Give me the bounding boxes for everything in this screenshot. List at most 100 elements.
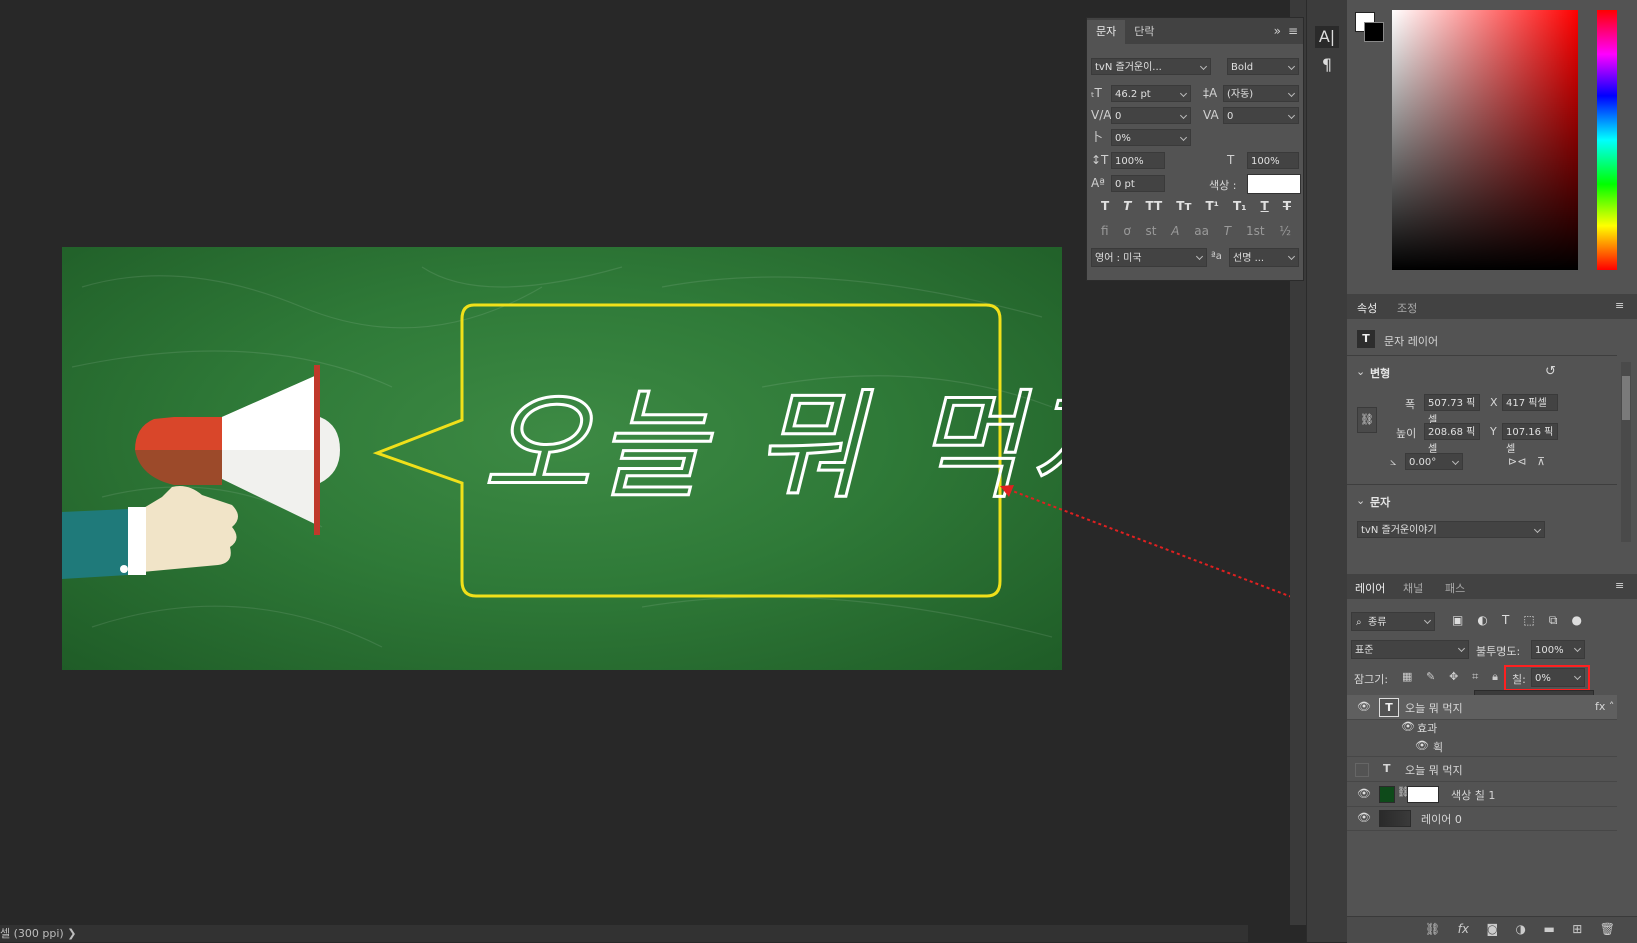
lock-artboard-icon[interactable]: ⌗ xyxy=(1472,670,1478,684)
layer-row[interactable]: 👁︎ 획 xyxy=(1347,736,1617,757)
trash-icon[interactable]: 🗑︎ xyxy=(1600,922,1615,936)
discretionary-ligature-button[interactable]: st xyxy=(1146,224,1157,238)
kerning-field[interactable]: 0 xyxy=(1111,107,1191,124)
color-field[interactable] xyxy=(1392,10,1578,270)
link-dimensions-icon[interactable]: ⛓ xyxy=(1357,407,1377,433)
layer-row[interactable]: 👁︎ ⛓ 색상 칠 1 xyxy=(1347,782,1617,807)
faux-italic-button[interactable]: T xyxy=(1123,199,1131,213)
layer-row[interactable]: 👁︎ T 오늘 뭐 먹지 fx ˄ xyxy=(1347,695,1617,720)
tab-adjustments[interactable]: 조정 xyxy=(1397,300,1417,316)
leading-field[interactable]: (자동) xyxy=(1223,85,1299,102)
blend-mode-select[interactable]: 표준 xyxy=(1351,640,1469,659)
filter-adjustment-icon[interactable]: ◐ xyxy=(1477,613,1487,628)
swash-button[interactable]: A xyxy=(1171,224,1179,238)
filter-pixel-icon[interactable]: ▣ xyxy=(1452,613,1463,628)
font-size-value: 46.2 pt xyxy=(1115,89,1151,100)
properties-font-select[interactable]: tvN 즐거운이야기 xyxy=(1357,521,1545,538)
font-size-field[interactable]: 46.2 pt xyxy=(1111,85,1191,102)
strikethrough-button[interactable]: T xyxy=(1283,199,1291,213)
vertical-scale-field[interactable]: 100% xyxy=(1111,152,1165,169)
ligature-button[interactable]: fi xyxy=(1101,224,1109,238)
layer-row[interactable]: 👁︎ 레이어 0 xyxy=(1347,806,1617,831)
visibility-eye-icon[interactable]: 👁︎ xyxy=(1415,740,1429,751)
layer-row[interactable]: T 오늘 뭐 먹지 xyxy=(1347,757,1617,782)
adjustment-layer-icon[interactable]: ◑ xyxy=(1516,922,1526,936)
horizontal-scale-field[interactable]: 100% xyxy=(1247,152,1299,169)
text-color-swatch[interactable] xyxy=(1247,174,1301,194)
flip-horizontal-icon[interactable]: ⊳⊲ xyxy=(1508,455,1526,468)
flip-vertical-icon[interactable]: ⊼ xyxy=(1537,455,1545,468)
lock-brush-icon[interactable]: ✎ xyxy=(1426,670,1435,684)
titling-button[interactable]: T xyxy=(1224,224,1231,238)
height-label: 높이 xyxy=(1396,427,1417,440)
lock-all-icon[interactable]: 🔒︎ xyxy=(1492,670,1498,684)
fx-icon[interactable]: fx xyxy=(1458,922,1469,936)
lock-transparency-icon[interactable]: ▦ xyxy=(1402,670,1412,684)
height-field[interactable]: 208.68 픽셀 xyxy=(1424,423,1480,455)
fractions-button[interactable]: ½ xyxy=(1279,224,1291,238)
tab-paths[interactable]: 패스 xyxy=(1445,580,1465,596)
new-group-folder-icon[interactable]: ▬ xyxy=(1543,922,1554,936)
character-panel-tool[interactable]: A| xyxy=(1315,26,1339,48)
width-field[interactable]: 507.73 픽셀 xyxy=(1424,394,1480,426)
all-caps-button[interactable]: TT xyxy=(1146,199,1163,213)
baseline-shift-field[interactable]: 0 pt xyxy=(1111,175,1165,192)
tab-paragraph[interactable]: 단락 xyxy=(1125,20,1163,44)
transform-chevron-icon[interactable]: ⌄ xyxy=(1356,365,1365,378)
properties-scrollbar[interactable] xyxy=(1621,362,1631,542)
font-style-value: Bold xyxy=(1231,62,1254,73)
ordinals-button[interactable]: 1st xyxy=(1246,224,1265,238)
language-select[interactable]: 영어 : 미국 xyxy=(1091,248,1207,267)
tracking-field[interactable]: 0 xyxy=(1223,107,1299,124)
small-caps-button[interactable]: Tт xyxy=(1176,199,1191,213)
tab-channels[interactable]: 채널 xyxy=(1403,580,1423,596)
old-style-button[interactable]: ơ xyxy=(1123,224,1130,238)
subscript-button[interactable]: T₁ xyxy=(1233,199,1246,213)
font-style-select[interactable]: Bold xyxy=(1227,58,1299,75)
tsume-field[interactable]: 0% xyxy=(1111,129,1191,146)
visibility-eye-icon[interactable]: 👁︎ xyxy=(1401,721,1415,732)
tab-layers[interactable]: 레이어 xyxy=(1355,580,1385,596)
visibility-eye-icon[interactable]: 👁︎ xyxy=(1357,701,1371,712)
collapse-icon[interactable]: » xyxy=(1274,24,1281,38)
x-field[interactable]: 417 픽셀 xyxy=(1502,394,1558,411)
visibility-empty-box[interactable] xyxy=(1355,763,1369,777)
link-layers-icon[interactable]: ⛓ xyxy=(1425,922,1440,936)
reset-transform-icon[interactable]: ↺ xyxy=(1545,364,1556,379)
filter-type-icon[interactable]: T xyxy=(1502,613,1509,628)
lock-position-icon[interactable]: ✥ xyxy=(1449,670,1458,684)
layer-name: 색상 칠 1 xyxy=(1451,789,1496,802)
stylistic-alternates-button[interactable]: aa xyxy=(1194,224,1209,238)
hue-slider[interactable] xyxy=(1597,10,1617,270)
visibility-eye-icon[interactable]: 👁︎ xyxy=(1357,812,1371,823)
panel-menu-icon[interactable]: ≡ xyxy=(1288,24,1298,38)
filter-smart-object-icon[interactable]: ⧉ xyxy=(1549,613,1558,628)
new-layer-icon[interactable]: ⊞ xyxy=(1572,922,1582,936)
tab-character[interactable]: 문자 xyxy=(1087,20,1126,44)
tracking-icon: VA xyxy=(1203,108,1219,122)
tab-properties[interactable]: 속성 xyxy=(1357,300,1377,316)
superscript-button[interactable]: T¹ xyxy=(1205,199,1218,213)
underline-button[interactable]: T xyxy=(1261,199,1269,213)
add-mask-icon[interactable]: ◙ xyxy=(1486,922,1498,936)
layer-row[interactable]: 👁︎ 효과 xyxy=(1347,718,1617,736)
layer-filter-select[interactable]: ⌕ 종류 xyxy=(1351,612,1435,631)
visibility-eye-icon[interactable]: 👁︎ xyxy=(1357,788,1371,799)
layer-effects-icon[interactable]: fx ˄ xyxy=(1595,700,1614,713)
properties-menu-icon[interactable]: ≡ xyxy=(1615,299,1624,312)
font-family-select[interactable]: tvN 즐거운이... xyxy=(1091,58,1211,75)
text-chevron-icon[interactable]: ⌄ xyxy=(1356,494,1365,507)
filter-toggle-icon[interactable]: ● xyxy=(1571,613,1581,628)
y-field[interactable]: 107.16 픽셀 xyxy=(1502,423,1558,455)
text-section-title: 문자 xyxy=(1370,496,1391,509)
opacity-field[interactable]: 100% xyxy=(1531,640,1585,659)
paragraph-panel-tool[interactable]: ¶ xyxy=(1315,54,1339,76)
layers-menu-icon[interactable]: ≡ xyxy=(1615,579,1624,592)
layer-name: 오늘 뭐 먹지 xyxy=(1405,702,1463,715)
background-color[interactable] xyxy=(1364,22,1384,42)
antialias-select[interactable]: 선명 ... xyxy=(1229,248,1299,267)
faux-bold-button[interactable]: T xyxy=(1101,199,1109,213)
text-layer-icon: T xyxy=(1357,330,1375,348)
angle-field[interactable]: 0.00° xyxy=(1405,453,1463,470)
filter-shape-icon[interactable]: ⬚ xyxy=(1523,613,1534,628)
